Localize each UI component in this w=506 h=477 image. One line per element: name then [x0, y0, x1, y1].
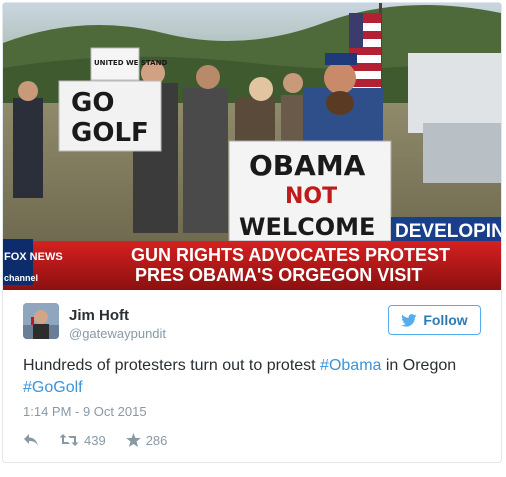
network-logo-text: FOX NEWS — [4, 251, 63, 263]
tweet-text-part2: in Oregon — [381, 357, 457, 374]
united-sign-text: UNITED WE STAND — [94, 59, 167, 67]
car — [423, 123, 501, 183]
hashtag-obama-link[interactable]: #Obama — [320, 357, 381, 374]
developing-tag-text: DEVELOPING — [395, 221, 501, 242]
like-button[interactable]: 286 — [125, 432, 168, 448]
retweet-count: 439 — [84, 432, 106, 448]
pickup-truck — [408, 53, 501, 133]
obama-sign-line1: OBAMA — [249, 149, 366, 182]
go-golf-line2: GOLF — [71, 118, 149, 148]
author-handle[interactable]: @gatewaypundit — [69, 326, 166, 341]
obama-sign-line2: NOT — [285, 184, 337, 209]
tweet-text-part1: Hundreds of protesters turn out to prote… — [23, 357, 321, 374]
avatar-image — [23, 303, 59, 339]
tweet-text: Hundreds of protesters turn out to prote… — [23, 355, 483, 399]
obama-sign-line3: WELCOME — [239, 213, 375, 241]
go-golf-line1: GO — [71, 88, 114, 118]
reply-button[interactable] — [23, 433, 39, 447]
hashtag-gogolf-link[interactable]: #GoGolf — [23, 379, 83, 396]
follow-button-label: Follow — [423, 312, 468, 328]
embedded-tweet-card: GO GOLF UNITED WE STAND OBAMA NOT WELCOM… — [2, 2, 502, 463]
headline-line1: GUN RIGHTS ADVOCATES PROTEST — [131, 245, 450, 265]
author-avatar[interactable] — [23, 303, 59, 339]
retweet-icon — [59, 434, 79, 446]
protest-photo-illustration: GO GOLF UNITED WE STAND OBAMA NOT WELCOM… — [3, 3, 501, 290]
network-logo-sub: channel — [4, 273, 38, 283]
like-count: 286 — [145, 432, 168, 448]
reply-icon — [24, 434, 38, 446]
obama-not-welcome-sign: OBAMA NOT WELCOME — [228, 140, 392, 242]
retweet-button[interactable]: 439 — [59, 433, 106, 448]
tweet-actions: 439 286 — [23, 431, 187, 449]
tweet-photo[interactable]: GO GOLF UNITED WE STAND OBAMA NOT WELCOM… — [3, 3, 501, 290]
star-icon — [125, 433, 141, 447]
headline-line2: PRES OBAMA'S ORGEGON VISIT — [135, 265, 422, 285]
tweet-timestamp[interactable]: 1:14 PM - 9 Oct 2015 — [23, 404, 147, 419]
follow-button[interactable]: Follow — [388, 305, 481, 335]
author-name[interactable]: Jim Hoft — [69, 307, 129, 324]
twitter-bird-icon — [401, 313, 417, 327]
go-golf-sign: GO GOLF — [58, 80, 162, 152]
developing-tag: DEVELOPING — [391, 217, 501, 243]
